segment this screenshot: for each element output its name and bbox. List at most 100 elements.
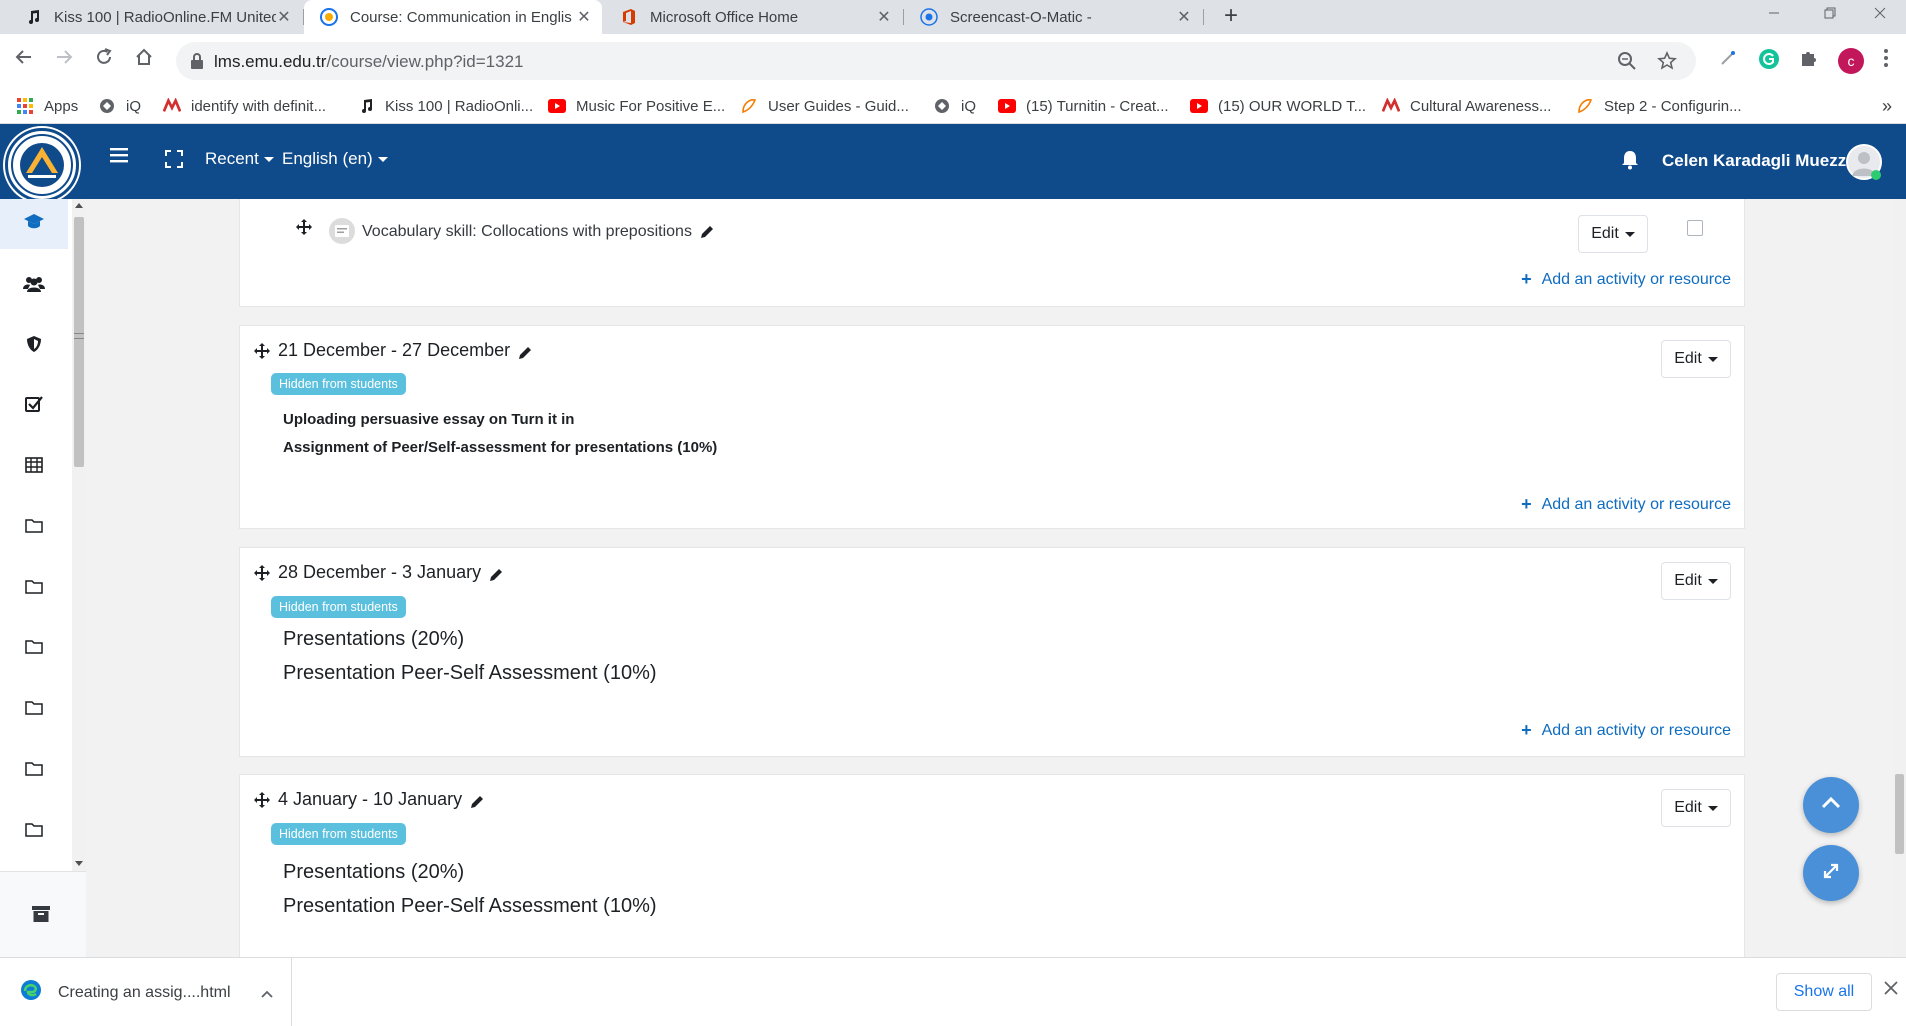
rail-item-folder-5[interactable] — [0, 746, 68, 796]
user-menu-name[interactable]: Celen Karadagli Muezzzin — [1662, 151, 1870, 171]
rail-item-course[interactable] — [0, 199, 68, 249]
move-icon[interactable] — [296, 219, 312, 240]
bookmark-step2[interactable]: Step 2 - Configurin... — [1576, 88, 1742, 124]
bookmark-apps[interactable]: Apps — [16, 88, 78, 124]
hamburger-menu-icon[interactable] — [110, 147, 128, 168]
rail-item-grades[interactable] — [0, 442, 68, 492]
bookmark-music[interactable]: Music For Positive E... — [548, 88, 725, 124]
bookmark-iq-2[interactable]: iQ — [933, 88, 976, 124]
edit-menu-button[interactable]: Edit — [1661, 789, 1731, 827]
bulk-select-checkbox[interactable] — [1687, 220, 1703, 236]
extension-sync-icon[interactable] — [1716, 48, 1740, 72]
notification-bell-icon[interactable] — [1621, 150, 1639, 175]
rail-item-folder-6[interactable] — [0, 807, 68, 857]
edit-menu-button[interactable]: Edit — [1661, 340, 1731, 378]
restore-button[interactable] — [1802, 0, 1858, 30]
address-bar[interactable]: lms.emu.edu.tr/course/view.php?id=1321 — [176, 42, 1696, 80]
browser-menu-icon[interactable] — [1874, 48, 1898, 72]
folder-icon — [25, 700, 43, 720]
browser-tab-screencast[interactable]: Screencast-O-Matic - ✕ — [904, 0, 1202, 34]
archive-box-icon[interactable] — [32, 906, 50, 927]
rail-scrollbar-thumb[interactable] — [74, 217, 84, 467]
url-text: lms.emu.edu.tr/course/view.php?id=1321 — [214, 52, 524, 72]
brand-red-icon — [1382, 97, 1400, 115]
move-icon[interactable] — [254, 791, 270, 808]
profile-avatar[interactable]: c — [1838, 48, 1864, 74]
move-icon[interactable] — [254, 342, 270, 359]
bookmark-our-world[interactable]: (15) OUR WORLD T... — [1190, 88, 1366, 124]
pencil-edit-icon[interactable] — [470, 793, 484, 808]
bookmark-iq[interactable]: iQ — [98, 88, 141, 124]
bookmark-user-guides[interactable]: User Guides - Guid... — [740, 88, 909, 124]
download-item[interactable]: Creating an assig....html — [0, 958, 292, 1026]
add-activity-link[interactable]: + Add an activity or resource — [1521, 494, 1731, 515]
new-tab-button[interactable]: + — [1218, 4, 1244, 30]
rail-scrollbar[interactable] — [72, 199, 86, 871]
minimize-button[interactable] — [1746, 0, 1802, 30]
add-activity-link[interactable]: + Add an activity or resource — [1521, 720, 1731, 741]
add-activity-link[interactable]: + Add an activity or resource — [1521, 269, 1731, 290]
home-button[interactable] — [130, 47, 158, 75]
zoom-icon[interactable] — [1616, 51, 1638, 73]
pencil-edit-icon[interactable] — [518, 344, 532, 359]
shield-icon — [26, 335, 42, 358]
bookmark-turnitin[interactable]: (15) Turnitin - Creat... — [998, 88, 1169, 124]
browser-tab-office[interactable]: Microsoft Office Home ✕ — [604, 0, 902, 34]
window-close-button[interactable] — [1852, 0, 1906, 30]
bookmark-identify[interactable]: identify with definit... — [163, 88, 326, 124]
bookmark-cultural[interactable]: Cultural Awareness... — [1382, 88, 1551, 124]
star-icon[interactable] — [1656, 51, 1678, 73]
browser-tab-kiss100[interactable]: Kiss 100 | RadioOnline.FM United ✕ — [8, 0, 302, 34]
chevron-down-icon — [1707, 805, 1718, 811]
page-scrollbar-thumb[interactable] — [1895, 774, 1904, 854]
activity-link[interactable]: Vocabulary skill: Collocations with prep… — [362, 223, 714, 241]
bookmarks-overflow-button[interactable]: » — [1882, 88, 1892, 124]
browser-tab-strip: Kiss 100 | RadioOnline.FM United ✕ Cours… — [0, 0, 1906, 34]
scroll-to-top-button[interactable] — [1803, 777, 1859, 833]
browser-tab-course[interactable]: Course: Communication in Englis ✕ — [304, 0, 602, 34]
section-title[interactable]: 4 January - 10 January — [278, 789, 462, 810]
grammarly-icon[interactable] — [1757, 48, 1781, 72]
page-scrollbar[interactable] — [1893, 199, 1906, 957]
recent-menu[interactable]: Recent — [205, 149, 274, 169]
move-icon[interactable] — [254, 564, 270, 581]
close-icon[interactable]: ✕ — [276, 7, 292, 27]
edit-menu-button[interactable]: Edit — [1661, 562, 1731, 600]
close-icon[interactable]: ✕ — [1176, 7, 1192, 27]
section-title[interactable]: 28 December - 3 January — [278, 562, 481, 583]
rail-item-folder-2[interactable] — [0, 564, 68, 614]
bookmark-label: (15) OUR WORLD T... — [1218, 97, 1367, 115]
guide-icon — [740, 97, 758, 115]
scroll-up-arrow-icon[interactable] — [75, 203, 83, 208]
rail-item-folder-4[interactable] — [0, 685, 68, 735]
chevron-up-icon[interactable] — [261, 985, 273, 1001]
rail-item-badges[interactable] — [0, 321, 68, 371]
rail-item-participants[interactable] — [0, 261, 68, 311]
add-activity-label: Add an activity or resource — [1541, 270, 1731, 288]
rail-item-folder-1[interactable] — [0, 503, 68, 553]
university-logo[interactable] — [5, 128, 79, 202]
section-title[interactable]: 21 December - 27 December — [278, 340, 510, 361]
close-icon[interactable]: ✕ — [576, 7, 592, 27]
show-all-button[interactable]: Show all — [1776, 973, 1872, 1011]
forward-button[interactable] — [50, 47, 78, 75]
close-icon[interactable]: ✕ — [876, 7, 892, 27]
close-icon[interactable] — [1884, 978, 1898, 1001]
language-menu[interactable]: English (en) — [282, 149, 388, 169]
expand-arrows-icon — [1822, 862, 1840, 885]
bookmark-kiss100[interactable]: Kiss 100 | RadioOnli... — [357, 88, 533, 124]
back-button[interactable] — [10, 47, 38, 75]
hidden-badge: Hidden from students — [271, 373, 406, 395]
pencil-edit-icon[interactable] — [700, 225, 714, 239]
reload-button[interactable] — [90, 47, 118, 75]
pencil-edit-icon[interactable] — [489, 566, 503, 581]
fullscreen-icon[interactable] — [165, 150, 183, 173]
scroll-down-arrow-icon[interactable] — [75, 861, 83, 866]
rail-item-competencies[interactable] — [0, 381, 68, 431]
edit-menu-button[interactable]: Edit — [1578, 215, 1648, 253]
course-section-dec28: 28 December - 3 January Hidden from stud… — [239, 547, 1745, 757]
rail-item-folder-3[interactable] — [0, 624, 68, 674]
chevron-down-icon — [1707, 356, 1718, 362]
extensions-puzzle-icon[interactable] — [1797, 48, 1821, 72]
expand-button[interactable] — [1803, 845, 1859, 901]
